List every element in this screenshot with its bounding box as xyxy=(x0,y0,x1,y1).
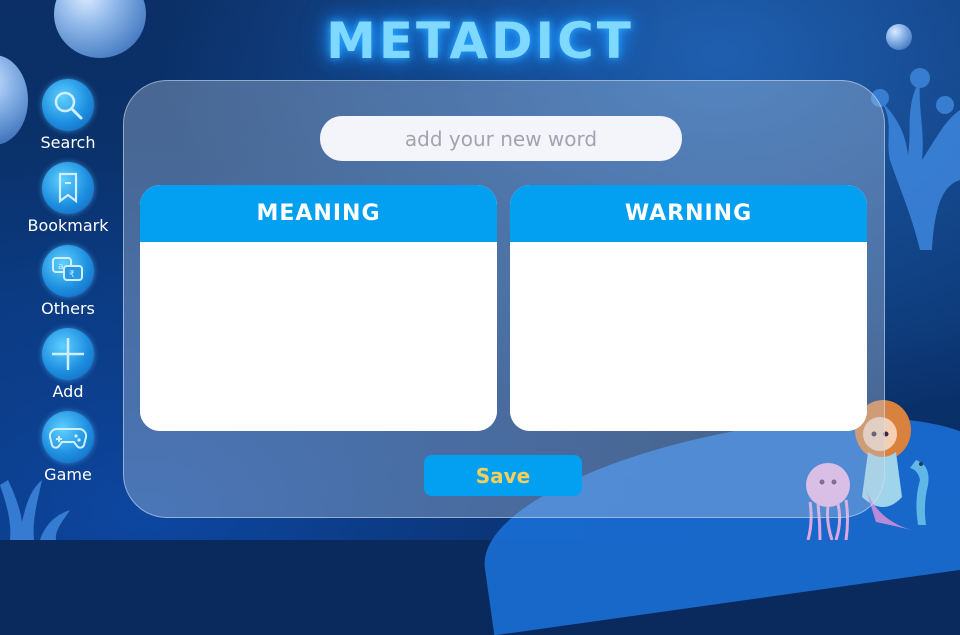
nav-others-button[interactable]: a ₹ Others xyxy=(20,245,116,318)
nav-label: Others xyxy=(41,299,95,318)
warning-card: WARNING xyxy=(510,185,867,431)
nav-bookmark-button[interactable]: Bookmark xyxy=(20,162,116,235)
plus-icon xyxy=(42,328,94,380)
meaning-textarea[interactable] xyxy=(140,242,497,431)
nav-label: Bookmark xyxy=(27,216,109,235)
nav-label: Game xyxy=(44,465,92,484)
meaning-card: MEANING xyxy=(140,185,497,431)
translate-icon: a ₹ xyxy=(42,245,94,297)
nav-label: Add xyxy=(52,382,84,401)
svg-text:₹: ₹ xyxy=(69,270,75,280)
nav-add-button[interactable]: Add xyxy=(20,328,116,401)
warning-textarea[interactable] xyxy=(510,242,867,431)
save-button[interactable]: Save xyxy=(424,455,582,496)
nav-search-button[interactable]: Search xyxy=(20,79,116,152)
search-icon xyxy=(42,79,94,131)
svg-text:a: a xyxy=(58,262,64,272)
new-word-input[interactable] xyxy=(320,116,682,161)
bookmark-icon xyxy=(42,162,94,214)
gamepad-icon xyxy=(42,411,94,463)
warning-header: WARNING xyxy=(510,185,867,242)
nav-game-button[interactable]: Game xyxy=(20,411,116,484)
app-title: METADICT xyxy=(326,12,634,70)
meaning-header: MEANING xyxy=(140,185,497,242)
nav-label: Search xyxy=(40,133,96,152)
